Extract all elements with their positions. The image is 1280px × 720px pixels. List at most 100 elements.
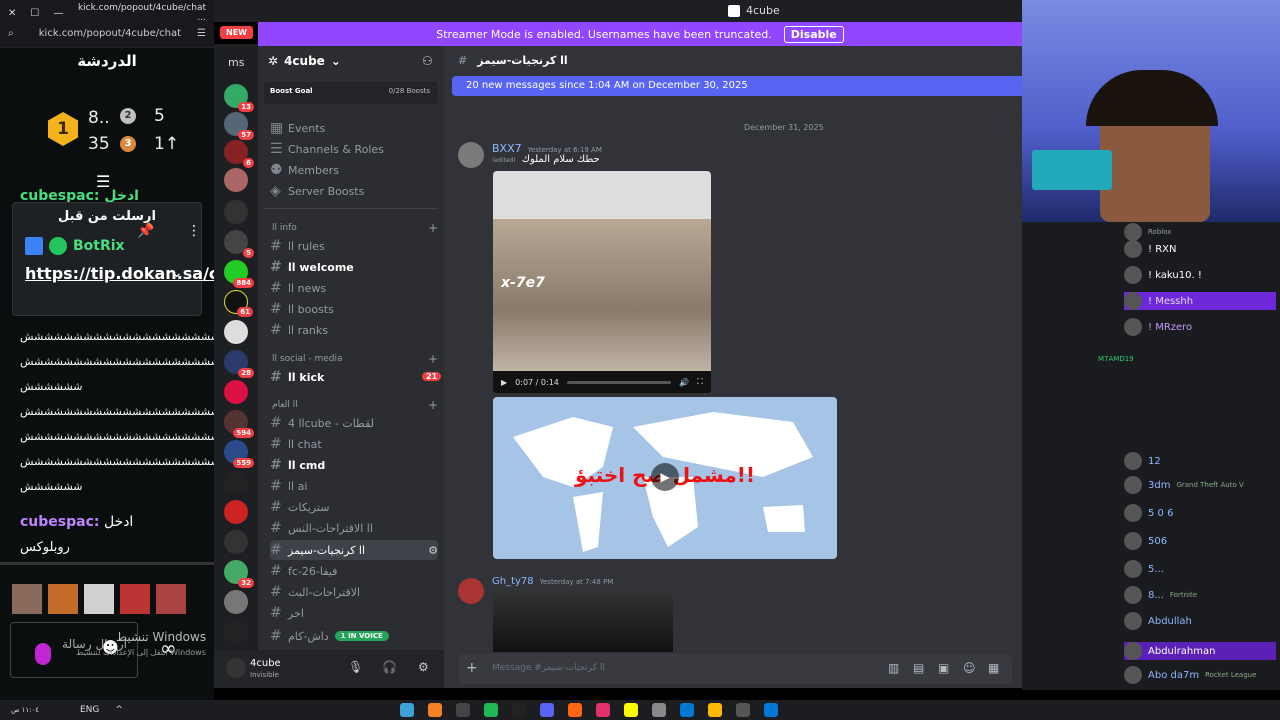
channel-suggestions[interactable]: # اا الاقتراحات-النس: [270, 518, 438, 538]
channel-streaks[interactable]: # ستريكات: [270, 497, 438, 517]
emoji-icon[interactable]: ☺: [963, 661, 976, 675]
server-icon[interactable]: [224, 590, 248, 614]
add-channel-icon[interactable]: +: [428, 352, 438, 366]
channel-cmd[interactable]: # اا cmd: [270, 455, 438, 475]
server-icon[interactable]: [224, 168, 248, 192]
channel-selected[interactable]: # اا كرنجيات-سيمز ⚙: [270, 540, 438, 560]
video-attachment[interactable]: x-7e7 ▶ 0:07 / 0:14 🔊 ⛶: [493, 171, 711, 393]
channel-chat[interactable]: # اا chat: [270, 434, 438, 454]
address-bar[interactable]: kick.com/popout/4cube/chat: [14, 28, 197, 39]
channel-boosts[interactable]: # اا boosts: [270, 299, 438, 319]
server-icon[interactable]: 28: [224, 350, 254, 378]
instagram-icon[interactable]: [595, 703, 610, 717]
browser-icon[interactable]: [427, 703, 442, 717]
pin-icon[interactable]: 📌: [137, 223, 154, 239]
channel-news[interactable]: # اا news: [270, 278, 438, 298]
channel-welcome[interactable]: # اا welcome: [270, 257, 438, 277]
menu-events[interactable]: ▦ Events: [270, 118, 438, 138]
menu-members[interactable]: ⚉ Members: [270, 160, 438, 180]
server-icon[interactable]: 594: [224, 410, 254, 438]
headphones-icon[interactable]: 🎧: [382, 660, 397, 674]
boost-goal[interactable]: Boost Goal 0/28 Boosts: [264, 82, 438, 104]
add-attachment-icon[interactable]: +: [466, 660, 478, 676]
server-icon[interactable]: 13: [224, 84, 254, 112]
microphone-icon[interactable]: [35, 643, 51, 665]
server-icon[interactable]: 884: [224, 260, 254, 288]
gif-icon[interactable]: ▤: [913, 661, 924, 675]
avatar[interactable]: [156, 584, 186, 614]
channel-rules[interactable]: # اا rules: [270, 236, 438, 256]
channel-settings-icon[interactable]: ⚙: [428, 544, 438, 557]
category-general[interactable]: اا العام: [272, 400, 298, 410]
discord-icon[interactable]: [539, 703, 554, 717]
lang-indicator[interactable]: ENG: [80, 705, 99, 715]
gift-icon[interactable]: ▥: [888, 661, 899, 675]
server-icon[interactable]: [224, 200, 248, 224]
category-social[interactable]: اا social - media: [272, 354, 343, 364]
snapchat-icon[interactable]: [623, 703, 638, 717]
sticker-icon[interactable]: ▣: [938, 661, 949, 675]
apps-icon[interactable]: ▦: [988, 661, 999, 675]
settings-icon[interactable]: ⚙: [418, 660, 429, 674]
avatar[interactable]: [226, 658, 246, 678]
close-icon[interactable]: ✕: [8, 8, 16, 19]
rail-ms[interactable]: ms: [228, 56, 244, 69]
channel-fc26[interactable]: # fc-26-فيفا: [270, 561, 438, 581]
avatar[interactable]: [84, 584, 114, 614]
image-attachment[interactable]: [493, 590, 673, 652]
chevron-down-icon[interactable]: ⌄: [171, 265, 183, 281]
clock[interactable]: ١١:٠٤ ص: [10, 706, 40, 714]
folder-icon[interactable]: [707, 703, 722, 717]
video-progress[interactable]: [566, 380, 672, 384]
channel-kick[interactable]: # اا kick: [270, 367, 438, 387]
pinned-link[interactable]: https://tip.dokan.sa/cubes...: [25, 261, 280, 286]
server-icon[interactable]: 559: [224, 440, 254, 468]
restore-icon[interactable]: ☐: [30, 8, 39, 19]
server-icon[interactable]: [224, 380, 248, 404]
menu-channels-roles[interactable]: ☰ Channels & Roles: [270, 139, 438, 159]
message-author[interactable]: Gh_ty78: [492, 576, 534, 587]
server-icon[interactable]: [224, 620, 248, 644]
server-icon[interactable]: 32: [224, 560, 254, 588]
new-messages-bar[interactable]: 20 new messages since 1:04 AM on Decembe…: [452, 76, 1022, 96]
volume-icon[interactable]: 🔊: [679, 378, 689, 387]
server-icon[interactable]: 6: [224, 140, 254, 168]
server-header[interactable]: ✲ 4cube ⌄: [268, 54, 341, 68]
play-icon[interactable]: ▶: [651, 463, 679, 491]
windows-icon[interactable]: [763, 703, 778, 717]
chevron-up-icon[interactable]: ^: [115, 705, 123, 715]
avatar[interactable]: [120, 584, 150, 614]
terminal-icon[interactable]: [511, 703, 526, 717]
avatar[interactable]: [458, 578, 484, 604]
channel-other[interactable]: # اخر: [270, 603, 438, 623]
minimize-icon[interactable]: —: [53, 8, 63, 19]
app-icon[interactable]: [735, 703, 750, 717]
spotify-icon[interactable]: [483, 703, 498, 717]
image-attachment[interactable]: مشمل صح اختبؤ!! ▶: [493, 397, 837, 559]
category-info[interactable]: اا info: [272, 223, 297, 233]
server-icon[interactable]: [224, 530, 248, 554]
avatar[interactable]: [48, 584, 78, 614]
channel-4cube[interactable]: # اا 4cube - لقطات: [270, 413, 438, 433]
scrollbar[interactable]: [0, 562, 214, 565]
firefox-icon[interactable]: [567, 703, 582, 717]
settings-icon[interactable]: ☰: [197, 28, 206, 39]
app-icon[interactable]: [399, 703, 414, 717]
avatar[interactable]: [12, 584, 42, 614]
disable-button[interactable]: Disable: [783, 25, 844, 43]
message-composer[interactable]: + Message #اا كرنجيات-سيمز ▦ ☺ ▣ ▤ ▥: [458, 654, 1012, 684]
channel-stream-suggestions[interactable]: # الاقتراحات-البث: [270, 582, 438, 602]
server-icon[interactable]: [224, 320, 248, 344]
fullscreen-icon[interactable]: ⛶: [697, 377, 703, 387]
avatar[interactable]: [458, 142, 484, 168]
channel-ai[interactable]: # اا ai: [270, 476, 438, 496]
collapse-icon[interactable]: ☰: [96, 172, 110, 191]
app-icon[interactable]: [455, 703, 470, 717]
app-icon[interactable]: [651, 703, 666, 717]
menu-server-boosts[interactable]: ◈ Server Boosts: [270, 181, 438, 201]
server-icon[interactable]: 61: [224, 290, 253, 317]
add-member-icon[interactable]: ⚇: [422, 54, 433, 68]
channel-ranks[interactable]: # اا ranks: [270, 320, 438, 340]
add-channel-icon[interactable]: +: [428, 398, 438, 412]
server-icon[interactable]: 57: [224, 112, 254, 140]
